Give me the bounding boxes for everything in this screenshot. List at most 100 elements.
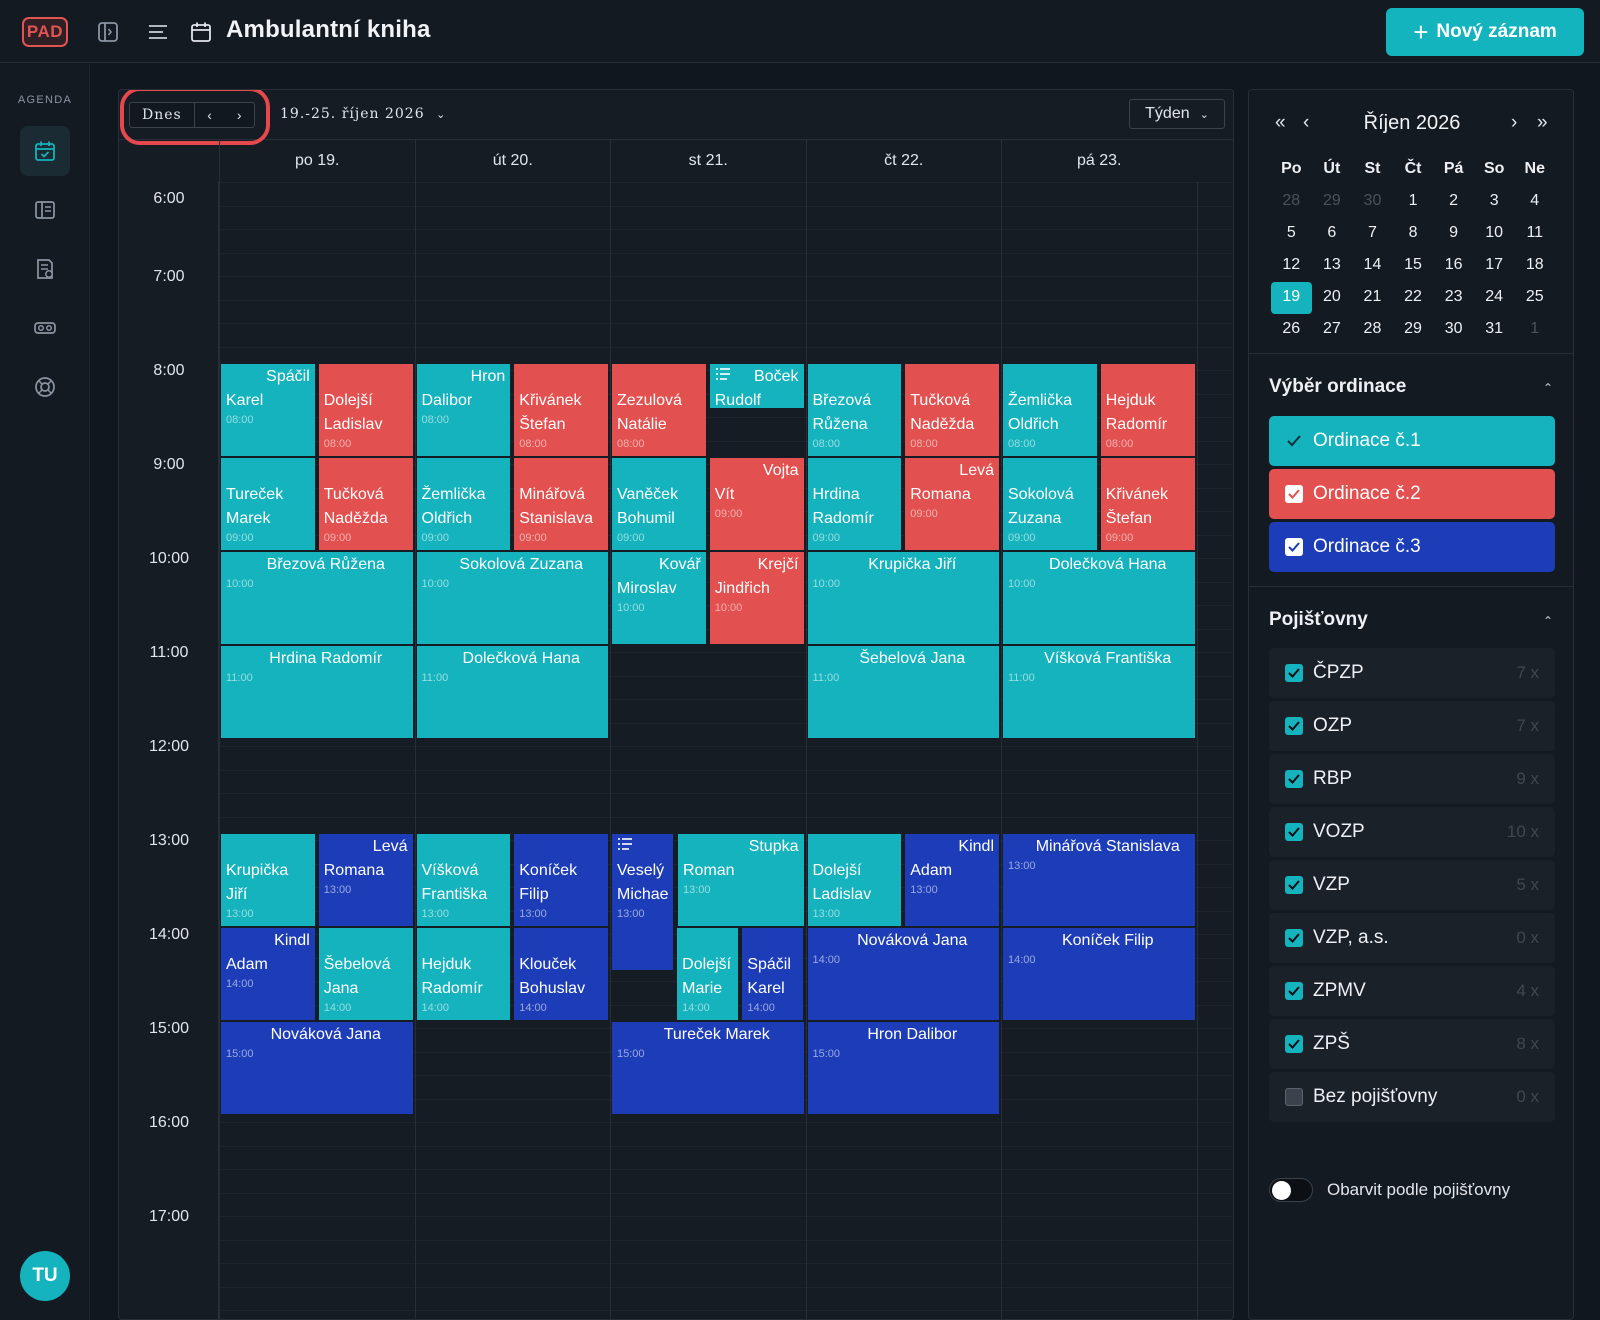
appointment[interactable]: Kovář Miroslav 10:00 (612, 552, 706, 644)
insurer-item[interactable]: VOZP 10 x (1269, 807, 1555, 857)
appointment[interactable]: Stupka Roman 13:00 (678, 834, 804, 926)
menu-lines-icon[interactable] (146, 20, 170, 44)
sidebar-item-documents[interactable] (20, 244, 70, 294)
appointment[interactable]: Spáčil Karel 14:00 (742, 928, 804, 1020)
appointment[interactable]: Dolečková Hana 10:00 (1003, 552, 1195, 644)
checkbox[interactable] (1285, 929, 1303, 947)
sidebar-toggle-icon[interactable] (96, 20, 120, 44)
ordinace-item[interactable]: Ordinace č.1 (1269, 416, 1555, 466)
appointment[interactable]: Hejduk Radomír 08:00 (1100, 364, 1195, 456)
appointment[interactable]: Minářová Stanislava 09:00 (514, 458, 608, 550)
appointment[interactable]: Spáčil Karel 08:00 (221, 364, 315, 456)
appointment[interactable]: Hron Dalibor 08:00 (416, 364, 511, 456)
day-cell[interactable]: 14 (1352, 250, 1393, 282)
day-cell[interactable]: 8 (1393, 218, 1434, 250)
insurer-item[interactable]: OZP 7 x (1269, 701, 1555, 751)
day-cell[interactable]: 17 (1474, 250, 1515, 282)
day-cell[interactable]: 1 (1514, 314, 1555, 346)
appointment[interactable]: Koníček Filip 14:00 (1003, 928, 1195, 1020)
appointment[interactable]: Dolejší Ladislav 08:00 (318, 364, 413, 456)
view-select[interactable]: Týden ⌄ (1129, 99, 1225, 129)
appointment[interactable]: Zezulová Natálie 08:00 (612, 364, 706, 456)
checkbox[interactable] (1285, 982, 1303, 1000)
day-cell[interactable]: 6 (1312, 218, 1353, 250)
day-cell[interactable]: 4 (1514, 186, 1555, 218)
appointment[interactable]: Dolejší Marie 14:00 (677, 928, 739, 1020)
appointment[interactable]: Kindl Adam 14:00 (221, 928, 315, 1020)
appointment[interactable]: Hron Dalibor 15:00 (807, 1022, 999, 1114)
day-cell[interactable]: 2 (1433, 186, 1474, 218)
appointment[interactable]: Hrdina Radomír 09:00 (807, 458, 902, 550)
day-cell[interactable]: 22 (1393, 282, 1434, 314)
appointment[interactable]: Žemlička Oldřich 08:00 (1003, 364, 1097, 456)
appointment[interactable]: Levá Romana 09:00 (905, 458, 999, 550)
first-month-button[interactable]: « (1275, 112, 1286, 134)
day-cell[interactable]: 18 (1514, 250, 1555, 282)
day-cell[interactable]: 29 (1312, 186, 1353, 218)
day-cell[interactable]: 21 (1352, 282, 1393, 314)
appointment[interactable]: Víšková Františka 11:00 (1003, 646, 1195, 738)
appointment[interactable]: Boček Rudolf (709, 364, 804, 408)
date-range-picker[interactable]: 19.-25. říjen 2026 ⌄ (280, 106, 446, 122)
day-cell[interactable]: 5 (1271, 218, 1312, 250)
appointment[interactable]: Nováková Jana 14:00 (807, 928, 999, 1020)
insurer-item[interactable]: Bez pojišťovny 0 x (1269, 1072, 1555, 1122)
checkbox[interactable] (1285, 664, 1303, 682)
day-cell[interactable]: 23 (1433, 282, 1474, 314)
appointment[interactable]: Veselý Michae 13:00 (612, 834, 674, 970)
day-cell[interactable]: 30 (1433, 314, 1474, 346)
user-avatar[interactable]: TU (20, 1251, 70, 1301)
checkbox[interactable] (1285, 1035, 1303, 1053)
appointment[interactable]: Dolejší Ladislav 13:00 (807, 834, 902, 926)
day-cell[interactable]: 13 (1312, 250, 1353, 282)
day-cell[interactable]: 1 (1393, 186, 1434, 218)
appointment[interactable]: Tureček Marek 09:00 (221, 458, 315, 550)
calendar-grid[interactable]: 6:00 7:00 8:00 9:00 10:00 11:00 12:00 13:00 14:0… (119, 182, 1233, 1319)
appointment[interactable]: Sokolová Zuzana 09:00 (1003, 458, 1097, 550)
new-record-button[interactable]: + Nový záznam (1386, 8, 1584, 56)
appointment[interactable]: Březová Růžena 10:00 (221, 552, 413, 644)
selected-day[interactable]: 19 (1271, 282, 1312, 314)
day-cell[interactable]: 16 (1433, 250, 1474, 282)
appointment[interactable]: Dolečková Hana 11:00 (416, 646, 608, 738)
sidebar-item-help[interactable] (20, 362, 70, 412)
day-cell[interactable]: 24 (1474, 282, 1515, 314)
appointment[interactable]: Nováková Jana 15:00 (221, 1022, 413, 1114)
appointment[interactable]: Sokolová Zuzana 10:00 (416, 552, 608, 644)
day-cell[interactable]: 29 (1393, 314, 1434, 346)
insurer-item[interactable]: RBP 9 x (1269, 754, 1555, 804)
app-logo[interactable]: PAD (22, 17, 68, 47)
appointment[interactable]: Krupička Jiří 10:00 (807, 552, 999, 644)
appointment[interactable]: Krejčí Jindřich 10:00 (709, 552, 804, 644)
today-button[interactable]: Dnes (130, 103, 195, 127)
checkbox[interactable] (1285, 876, 1303, 894)
color-by-insurer-toggle[interactable] (1269, 1178, 1313, 1202)
day-cell[interactable]: 28 (1352, 314, 1393, 346)
day-cell[interactable]: 10 (1474, 218, 1515, 250)
insurer-item[interactable]: ZPŠ 8 x (1269, 1019, 1555, 1069)
insurer-item[interactable]: VZP, a.s. 0 x (1269, 913, 1555, 963)
appointment[interactable]: Hejduk Radomír 14:00 (416, 928, 511, 1020)
day-cell[interactable]: 9 (1433, 218, 1474, 250)
day-cell[interactable]: 7 (1352, 218, 1393, 250)
checkbox[interactable] (1285, 485, 1303, 503)
sidebar-item-vr[interactable] (20, 303, 70, 353)
appointment[interactable]: Vaněček Bohumil 09:00 (612, 458, 706, 550)
chevron-up-icon[interactable]: ⌃ (1543, 381, 1553, 395)
day-cell[interactable]: 12 (1271, 250, 1312, 282)
sidebar-item-book[interactable] (20, 185, 70, 235)
checkbox[interactable] (1285, 432, 1303, 450)
appointment[interactable]: Šebelová Jana 11:00 (807, 646, 999, 738)
next-month-button[interactable]: › (1511, 112, 1517, 134)
ordinace-item[interactable]: Ordinace č.2 (1269, 469, 1555, 519)
appointment[interactable]: Krupička Jiří 13:00 (221, 834, 315, 926)
insurer-item[interactable]: ZPMV 4 x (1269, 966, 1555, 1016)
day-cell[interactable]: 20 (1312, 282, 1353, 314)
checkbox[interactable] (1285, 823, 1303, 841)
prev-month-button[interactable]: ‹ (1303, 112, 1309, 134)
insurer-item[interactable]: VZP 5 x (1269, 860, 1555, 910)
checkbox[interactable] (1285, 770, 1303, 788)
next-week-button[interactable]: › (224, 107, 254, 123)
day-cell[interactable]: 26 (1271, 314, 1312, 346)
day-cell[interactable]: 11 (1514, 218, 1555, 250)
